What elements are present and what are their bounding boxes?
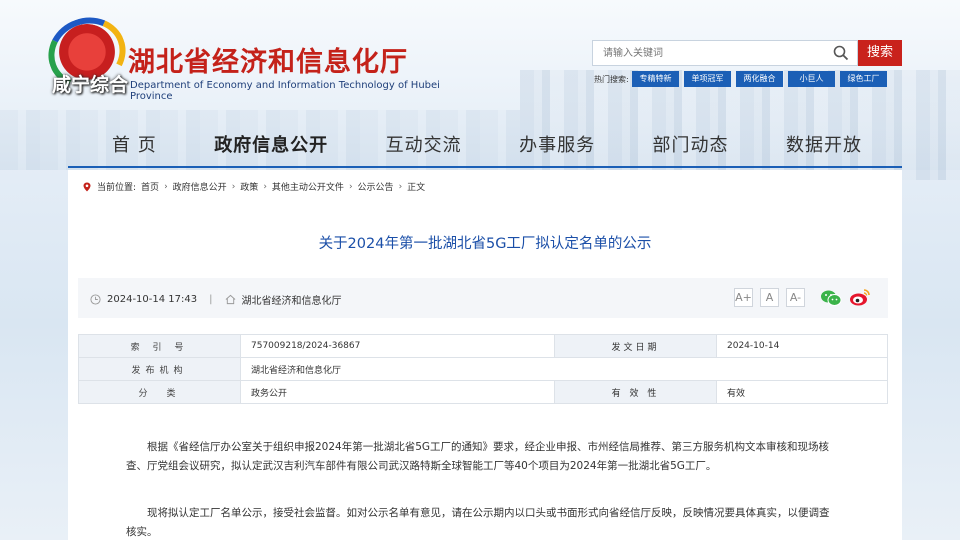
source-icon	[225, 294, 235, 305]
main-nav: 首 页 政府信息公开 互动交流 办事服务 部门动态 数据开放	[68, 128, 902, 166]
document-info-table: 索 引 号 757009218/2024-36867 发文日期 2024-10-…	[78, 334, 888, 404]
category-value: 政务公开	[240, 380, 555, 404]
category-label: 分 类	[78, 380, 241, 404]
article-meta-bar: 2024-10-14 17:43 | 湖北省经济和信息化厅 A+ A A-	[78, 278, 888, 318]
font-default-button[interactable]: A	[760, 288, 779, 307]
search-input[interactable]	[593, 41, 813, 66]
issue-date-value: 2024-10-14	[716, 334, 888, 358]
nav-item-news[interactable]: 部门动态	[653, 128, 729, 166]
hot-tag[interactable]: 专精特新	[632, 71, 679, 87]
article-source: 湖北省经济和信息化厅	[241, 296, 342, 307]
article-meta: 2024-10-14 17:43 | 湖北省经济和信息化厅	[90, 292, 342, 307]
hot-tag[interactable]: 单项冠军	[684, 71, 731, 87]
org-value: 湖北省经济和信息化厅	[240, 357, 888, 381]
nav-item-services[interactable]: 办事服务	[519, 128, 595, 166]
article-paragraph: 根据《省经信厅办公室关于组织申报2024年第一批湖北省5G工厂的通知》要求，经企…	[126, 441, 830, 472]
validity-label: 有 效 性	[554, 380, 717, 404]
breadcrumb-separator: ›	[263, 181, 267, 192]
clock-icon	[90, 294, 101, 305]
meta-divider: |	[209, 294, 213, 305]
table-row: 发布机构 湖北省经济和信息化厅	[78, 357, 888, 381]
font-decrease-button[interactable]: A-	[786, 288, 805, 307]
breadcrumb-separator: ›	[164, 181, 168, 192]
publish-date: 2024-10-14 17:43	[107, 294, 198, 305]
validity-value: 有效	[716, 380, 888, 404]
breadcrumb-item[interactable]: 政策	[240, 180, 258, 193]
font-increase-button[interactable]: A+	[734, 288, 753, 307]
index-value: 757009218/2024-36867	[240, 334, 555, 358]
nav-item-home[interactable]: 首 页	[112, 128, 157, 166]
issue-date-label: 发文日期	[554, 334, 717, 358]
hot-tag[interactable]: 两化融合	[736, 71, 783, 87]
search-button[interactable]: 搜索	[858, 40, 902, 66]
hot-search-tags: 专精特新 单项冠军 两化融合 小巨人 绿色工厂	[632, 71, 887, 87]
wechat-icon[interactable]	[820, 289, 842, 307]
breadcrumb-item[interactable]: 政府信息公开	[173, 180, 227, 193]
nav-underline	[68, 166, 902, 168]
location-pin-icon	[83, 182, 91, 191]
breadcrumb-item[interactable]: 其他主动公开文件	[272, 180, 344, 193]
breadcrumb: 当前位置: 首页 › 政府信息公开 › 政策 › 其他主动公开文件 › 公示公告…	[82, 180, 425, 193]
breadcrumb-separator: ›	[348, 181, 353, 192]
breadcrumb-current: 正文	[407, 183, 426, 193]
site-title: 湖北省经济和信息化厅	[128, 47, 408, 78]
hot-tag[interactable]: 小巨人	[788, 71, 835, 87]
breadcrumb-separator: ›	[398, 181, 403, 192]
index-label: 索 引 号	[78, 334, 241, 358]
breadcrumb-item[interactable]: 公示公告	[358, 180, 394, 193]
weibo-icon[interactable]	[849, 287, 871, 307]
breadcrumb-prefix: 当前位置:	[97, 183, 137, 193]
content-card: 当前位置: 首页 › 政府信息公开 › 政策 › 其他主动公开文件 › 公示公告…	[68, 170, 902, 540]
nav-item-open-data[interactable]: 数据开放	[786, 128, 862, 166]
search-icon[interactable]	[833, 45, 849, 61]
table-row: 索 引 号 757009218/2024-36867 发文日期 2024-10-…	[78, 334, 888, 358]
nav-item-gov-info[interactable]: 政府信息公开	[214, 128, 328, 166]
article-paragraph: 现将拟认定工厂名单公示，接受社会监督。如对公示名单有意见，请在公示期内以口头或书…	[126, 507, 830, 538]
table-row: 分 类 政务公开 有 效 性 有效	[78, 380, 888, 404]
breadcrumb-separator: ›	[231, 181, 236, 192]
article-title: 关于2024年第一批湖北省5G工厂拟认定名单的公示	[318, 236, 652, 252]
hot-tag[interactable]: 绿色工厂	[840, 71, 887, 87]
tv-watermark: 咸宁综合	[52, 74, 129, 96]
hot-search-label: 热门搜索:	[594, 75, 629, 84]
breadcrumb-item[interactable]: 首页	[141, 180, 159, 193]
font-size-controls: A+ A A-	[734, 288, 805, 307]
nav-item-interaction[interactable]: 互动交流	[386, 128, 462, 166]
site-title-english: Department of Economy and Information Te…	[130, 80, 440, 102]
org-label: 发布机构	[78, 357, 241, 381]
search-box	[592, 40, 858, 66]
